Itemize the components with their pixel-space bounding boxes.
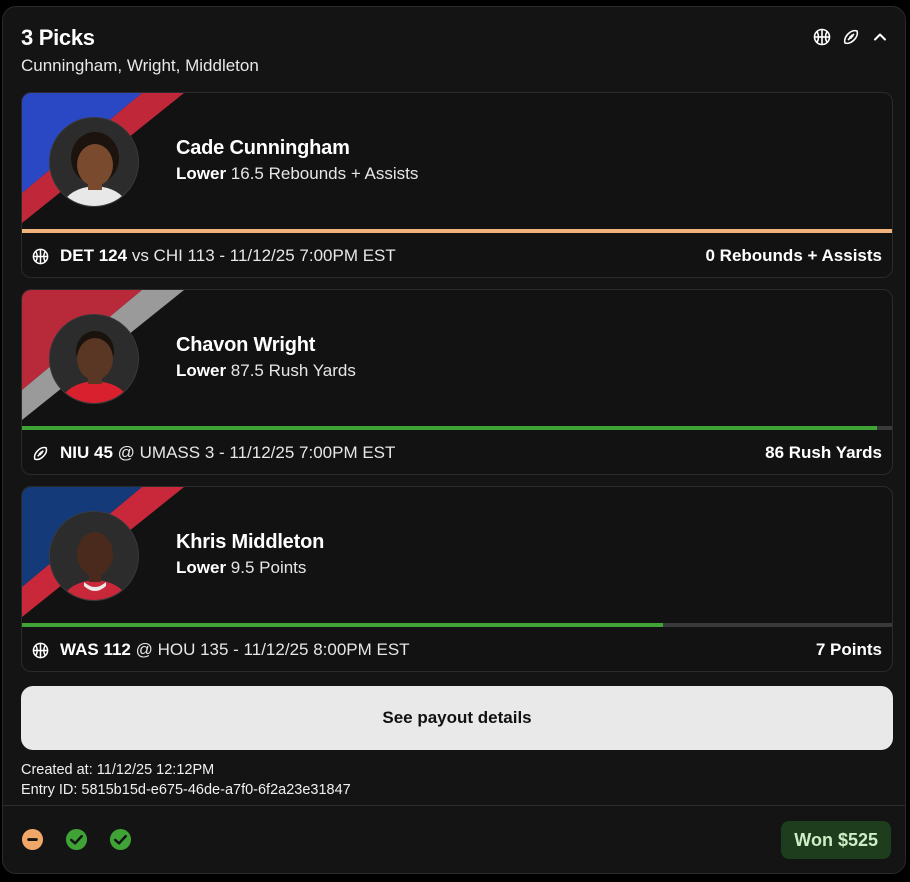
push-icon [21,828,44,851]
player-name: Cade Cunningham [176,137,350,159]
basketball-icon [32,247,50,265]
basketball-icon [812,27,831,46]
game-info: DET 124 vs CHI 113 - 11/12/25 7:00PM EST [60,246,396,266]
pick-player-area: Khris Middleton Lower 9.5 Points [22,487,892,623]
pick-player-area: Cade Cunningham Lower 16.5 Rebounds + As… [22,93,892,229]
pick-direction: Lower [176,361,227,380]
pick-game-row: WAS 112 @ HOU 135 - 11/12/25 8:00PM EST … [22,627,892,671]
check-circle-icon [65,828,88,851]
pick-stat-line: 87.5 Rush Yards [230,361,356,380]
player-avatar [49,314,139,404]
pick-card[interactable]: Cade Cunningham Lower 16.5 Rebounds + As… [21,92,893,278]
game-score-rest: vs CHI 113 - 11/12/25 7:00PM EST [131,246,396,265]
pick-direction: Lower [176,164,227,183]
see-payout-details-button[interactable]: See payout details [21,686,893,750]
pick-result: 0 Rebounds + Assists [705,246,882,265]
game-info: NIU 45 @ UMASS 3 - 11/12/25 7:00PM EST [60,443,395,463]
pick-result: 7 Points [815,640,882,659]
pick-game-row: NIU 45 @ UMASS 3 - 11/12/25 7:00PM EST 8… [22,430,892,474]
pick-stat-line: 9.5 Points [230,558,307,577]
created-at: Created at: 11/12/25 12:12PM [21,762,215,778]
pick-player-area: Chavon Wright Lower 87.5 Rush Yards [22,290,892,426]
pick-card[interactable]: Khris Middleton Lower 9.5 Points WAS 112… [21,486,893,672]
pick-result: 86 Rush Yards [765,443,882,462]
player-avatar [49,511,139,601]
pick-line: Lower 9.5 Points [176,558,306,578]
pick-line: Lower 16.5 Rebounds + Assists [176,164,418,184]
game-score-bold: WAS 112 [60,640,131,659]
pick-card[interactable]: Chavon Wright Lower 87.5 Rush Yards NIU … [21,289,893,475]
header-icons [812,27,889,46]
won-badge: Won $525 [781,821,891,859]
entry-id: Entry ID: 5815b15d-e675-46de-a7f0-6f2a23… [21,782,351,798]
pick-line: Lower 87.5 Rush Yards [176,361,356,381]
game-score-bold: DET 124 [60,246,128,265]
divider [3,805,905,806]
game-score-rest: @ HOU 135 - 11/12/25 8:00PM EST [135,640,410,659]
pick-direction: Lower [176,558,227,577]
chevron-up-icon[interactable] [870,27,889,46]
entry-title: 3 Picks [21,25,95,50]
game-score-rest: @ UMASS 3 - 11/12/25 7:00PM EST [117,443,396,462]
player-name: Khris Middleton [176,531,325,553]
entry-subtitle: Cunningham, Wright, Middleton [21,56,259,75]
pick-game-row: DET 124 vs CHI 113 - 11/12/25 7:00PM EST… [22,233,892,277]
player-name: Chavon Wright [176,334,316,356]
check-circle-icon [109,828,132,851]
entry-header: 3 Picks Cunningham, Wright, Middleton [21,25,889,81]
football-icon [841,27,860,46]
entry-card: 3 Picks Cunningham, Wright, Middleton Ca… [2,6,906,874]
game-score-bold: NIU 45 [60,443,113,462]
pick-stat-line: 16.5 Rebounds + Assists [230,164,419,183]
basketball-icon [32,641,50,659]
football-icon [32,444,50,462]
game-info: WAS 112 @ HOU 135 - 11/12/25 8:00PM EST [60,640,410,660]
entry-meta: Created at: 11/12/25 12:12PM Entry ID: 5… [21,760,351,800]
pick-status-row [21,828,132,851]
player-avatar [49,117,139,207]
